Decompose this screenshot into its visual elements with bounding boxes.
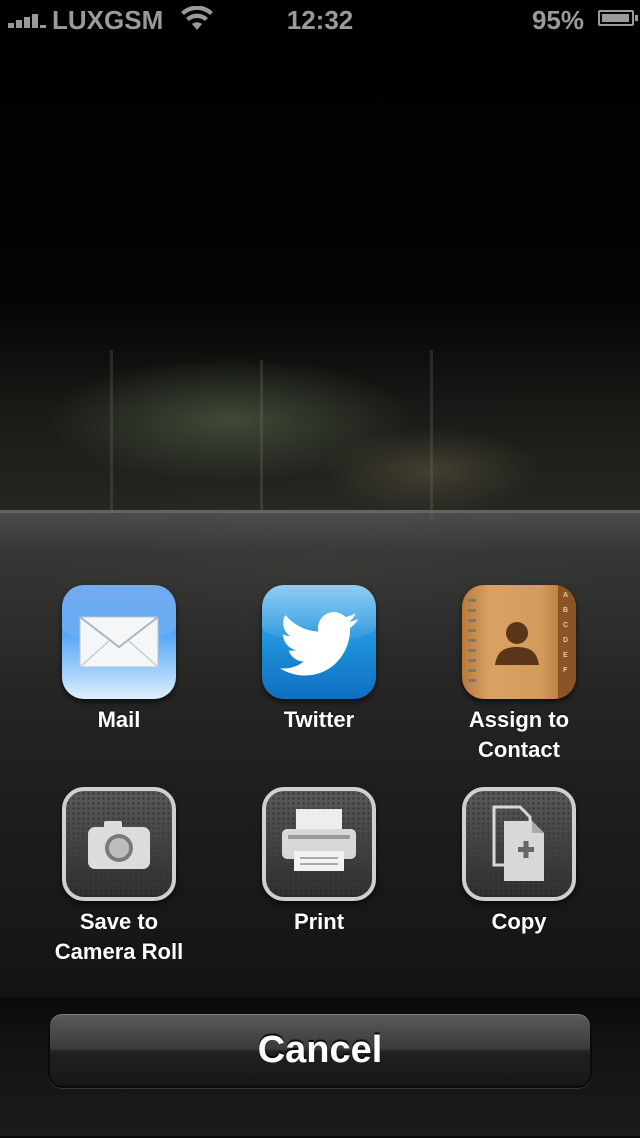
mail-label: Mail xyxy=(97,707,141,732)
svg-text:F: F xyxy=(563,667,568,674)
cancel-bar: Cancel xyxy=(0,998,640,1136)
svg-text:B: B xyxy=(563,607,568,614)
camera-icon[interactable] xyxy=(62,787,176,901)
battery-icon xyxy=(598,10,638,26)
assign-to-contact-action[interactable]: A B C D E F Assign to Contact xyxy=(419,585,619,765)
copy-icon[interactable] xyxy=(462,787,576,901)
svg-text:A: A xyxy=(563,592,568,599)
battery-percent: 95% xyxy=(531,5,584,35)
cancel-button[interactable]: Cancel xyxy=(48,1012,592,1088)
svg-text:D: D xyxy=(563,637,568,644)
mail-action[interactable]: Mail xyxy=(19,585,219,735)
assign-to-contact-label: Assign to Contact xyxy=(468,707,570,762)
status-bar: LUXGSM 12:32 95% xyxy=(0,0,640,40)
contacts-icon[interactable]: A B C D E F xyxy=(462,585,576,699)
print-label: Print xyxy=(293,909,345,934)
twitter-label: Twitter xyxy=(283,707,355,732)
printer-icon[interactable] xyxy=(262,787,376,901)
twitter-icon[interactable] xyxy=(262,585,376,699)
twitter-action[interactable]: Twitter xyxy=(219,585,419,735)
save-to-camera-roll-label: Save to Camera Roll xyxy=(54,909,184,964)
svg-text:C: C xyxy=(563,622,568,629)
print-action[interactable]: Print xyxy=(219,787,419,937)
mail-icon[interactable] xyxy=(62,585,176,699)
save-to-camera-roll-action[interactable]: Save to Camera Roll xyxy=(19,787,219,967)
copy-action[interactable]: Copy xyxy=(419,787,619,937)
copy-label: Copy xyxy=(491,909,547,934)
svg-text:E: E xyxy=(563,652,568,659)
